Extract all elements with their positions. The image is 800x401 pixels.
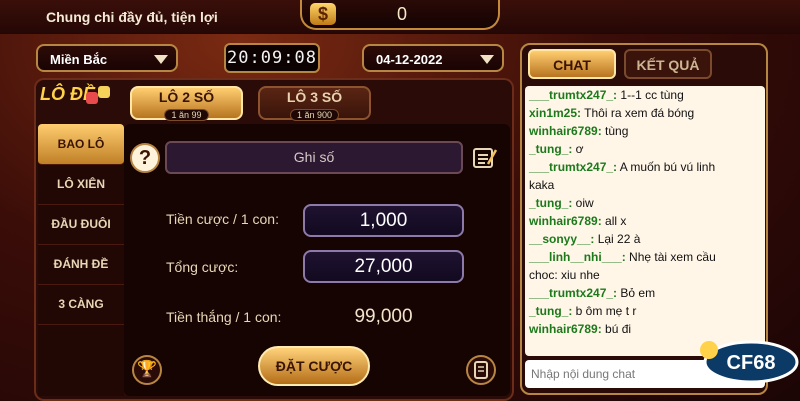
sidebar-item-danh-de[interactable]: ĐÁNH ĐỀ [38, 244, 124, 285]
tab-chat[interactable]: CHAT [528, 49, 616, 79]
dollar-icon: $ [310, 3, 336, 25]
total-value: 27,000 [303, 250, 464, 283]
history-icon[interactable] [466, 355, 496, 385]
chevron-down-icon [154, 55, 168, 64]
bet-per-input[interactable]: 1,000 [303, 204, 464, 237]
tagline: Chung chi đầy đủ, tiện lợi [46, 9, 218, 25]
sidebar-item-bao-lo[interactable]: BAO LÔ [38, 124, 124, 165]
region-value: Miền Bắc [50, 52, 108, 67]
chevron-down-icon [480, 55, 494, 64]
total-label: Tổng cược: [166, 259, 239, 275]
clock-display: 20:09:08 [224, 43, 320, 73]
trophy-icon[interactable]: 🏆 [132, 355, 162, 385]
sidebar-item-dau-duoi[interactable]: ĐẦU ĐUÔI [38, 204, 124, 245]
balance-display: $ 0 [300, 0, 500, 30]
chat-message: ___trumtx247_: A muốn bú vú linh [529, 160, 716, 174]
chat-message: _tung_: oiw [529, 196, 594, 210]
svg-text:CF68: CF68 [727, 352, 776, 374]
date-select[interactable]: 04-12-2022 [362, 44, 504, 72]
chat-message: winhair6789: all x [529, 214, 627, 228]
balance-value: 0 [396, 4, 407, 24]
tab-lo-2-so[interactable]: LÔ 2 SỐ 1 ăn 99 [130, 86, 243, 121]
tab-label: LÔ 2 SỐ [158, 89, 215, 105]
tab-ket-qua[interactable]: KẾT QUẢ [624, 49, 712, 79]
edit-grid-icon[interactable] [472, 146, 498, 170]
number-input[interactable]: Ghi số [165, 141, 463, 174]
help-icon[interactable]: ? [130, 143, 160, 173]
chat-message: xin1m25: Thôi ra xem đá bóng [529, 106, 695, 120]
place-bet-button[interactable]: ĐẶT CƯỢC [258, 346, 370, 386]
tab-odds: 1 ăn 99 [164, 109, 209, 121]
chat-messages: ___trumtx247_: 1--1 cc tùng xin1m25: Thô… [525, 86, 765, 356]
tab-lo-3-so[interactable]: LÔ 3 SỐ 1 ăn 900 [258, 86, 371, 121]
dice-icon [86, 86, 112, 108]
date-value: 04-12-2022 [376, 52, 443, 67]
bet-per-label: Tiền cược / 1 con: [166, 211, 279, 227]
win-label: Tiền thắng / 1 con: [166, 309, 282, 325]
chat-message: winhair6789: tùng [529, 124, 629, 138]
chat-message: ___trumtx247_: Bỏ em [529, 286, 656, 300]
chat-message: _tung_: b ôm mẹ t r [529, 304, 637, 318]
chat-message: _tung_: ơ [529, 142, 584, 156]
region-select[interactable]: Miền Bắc [36, 44, 178, 72]
tab-odds: 1 ăn 900 [289, 109, 340, 121]
chat-message: __sonyy__: Lại 22 à [529, 232, 641, 246]
sidebar-item-3-cang[interactable]: 3 CÀNG [38, 284, 124, 325]
chat-message: ___linh__nhi___: Nhẹ tài xem cầu [529, 250, 716, 264]
cf68-watermark-logo: CF68 [700, 340, 799, 384]
chat-message: choc: xiu nhe [529, 268, 600, 282]
chat-message: ___trumtx247_: 1--1 cc tùng [529, 88, 684, 102]
sidebar-item-lo-xien[interactable]: LÔ XIÊN [38, 164, 124, 205]
win-value: 99,000 [354, 306, 413, 327]
chat-message: kaka [529, 178, 555, 192]
tab-label: LÔ 3 SỐ [286, 89, 343, 105]
bet-type-sidebar: BAO LÔ LÔ XIÊN ĐẦU ĐUÔI ĐÁNH ĐỀ 3 CÀNG [38, 124, 124, 396]
